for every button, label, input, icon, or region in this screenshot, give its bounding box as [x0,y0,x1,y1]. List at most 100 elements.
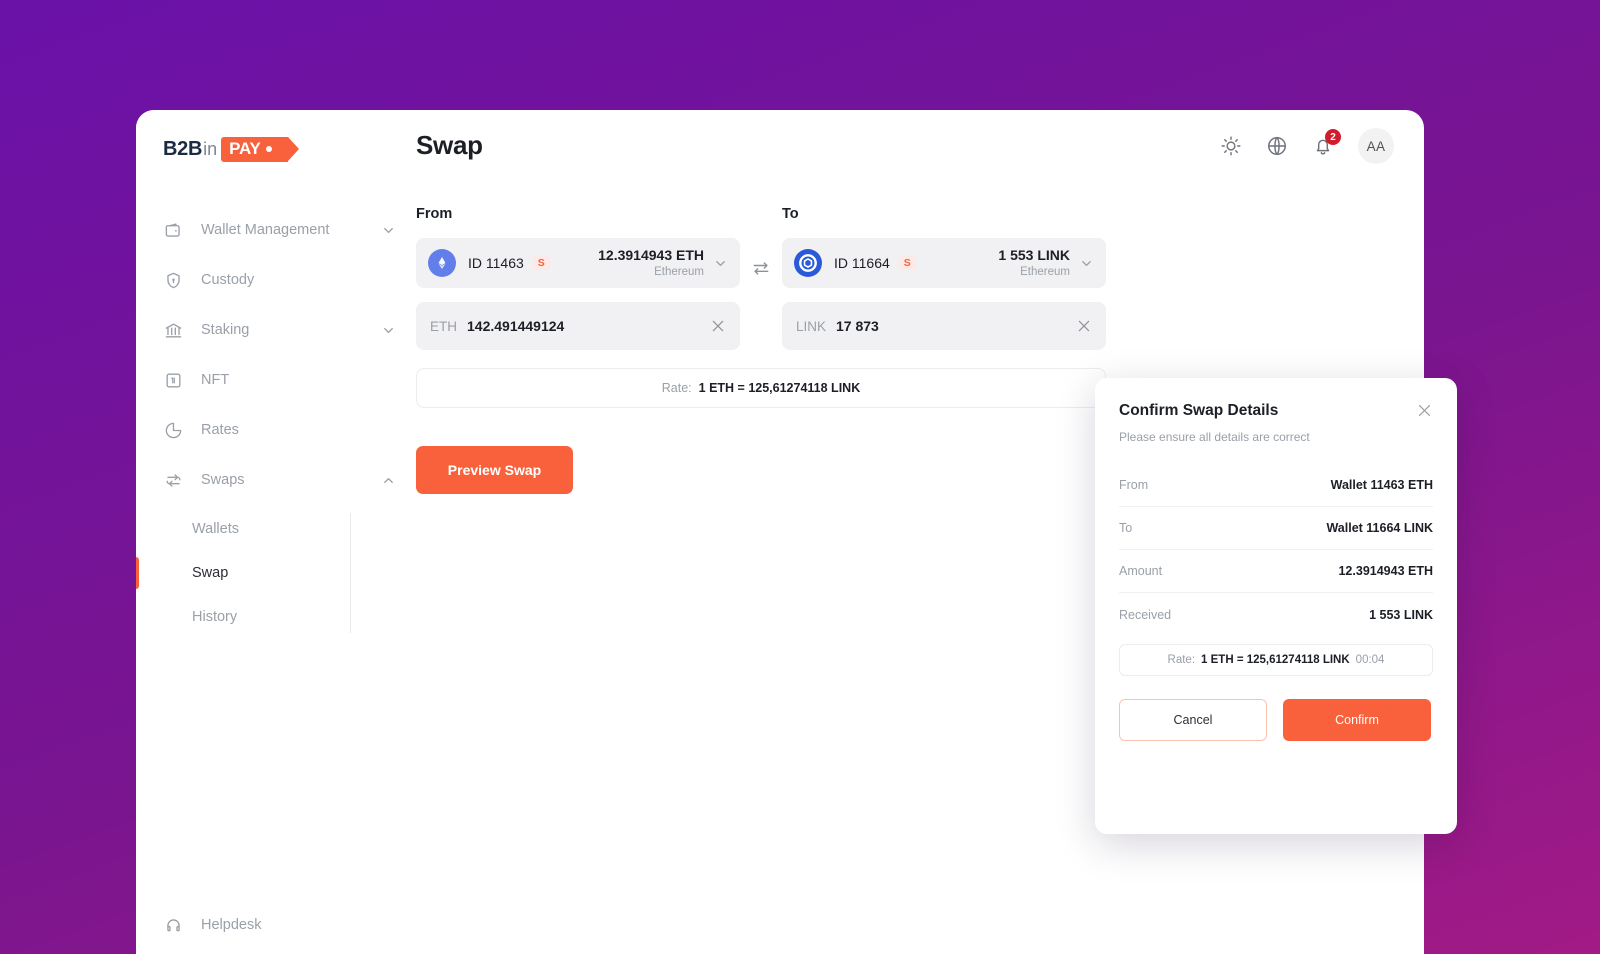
modal-rate-bar: Rate: 1 ETH = 125,61274118 LINK 00:04 [1119,644,1433,676]
sidebar-item-label: Helpdesk [201,917,262,933]
sidebar-item-rates[interactable]: Rates [136,405,416,455]
confirm-button[interactable]: Confirm [1283,699,1431,741]
to-wallet-badge: S [898,255,916,271]
logo-text-in: in [203,138,218,159]
rate-value: 1 ETH = 125,61274118 LINK [698,381,861,395]
logo-text-pay: PAY [229,139,261,158]
modal-row-value: 12.3914943 ETH [1338,564,1433,578]
sidebar-item-swaps[interactable]: Swaps [136,455,416,505]
bell-icon[interactable]: 2 [1312,129,1341,157]
from-balance-amount: 12.3914943 ETH [598,247,704,264]
chevron-down-icon[interactable] [381,223,396,238]
sidebar: B2B in PAY Wallet Management Custody Sta… [136,110,416,954]
rate-label: Rate: [661,381,692,395]
modal-row-value: 1 553 LINK [1369,607,1433,622]
headset-icon [164,916,183,935]
logo-text-b2b: B2B [163,137,203,160]
chevron-down-icon[interactable] [1079,256,1094,271]
to-wallet-balance: 1 553 LINK Ethereum [998,247,1070,279]
modal-row-label: Received [1119,607,1172,622]
sidebar-item-label: NFT [201,372,230,388]
to-currency-prefix: LINK [796,318,827,334]
sidebar-item-helpdesk[interactable]: Helpdesk [136,902,416,948]
clear-icon[interactable] [1076,318,1092,334]
logo-dot-icon [265,146,272,152]
chevron-up-icon[interactable] [381,473,396,488]
modal-row-to: To Wallet 11664 LINK [1119,507,1433,550]
modal-rate-label: Rate: [1167,654,1196,666]
shield-icon [164,271,183,290]
to-wallet-id: ID 11664 [834,255,890,271]
top-bar: Swap 2 AA [416,110,1424,188]
chevron-down-icon[interactable] [381,323,396,338]
confirm-swap-modal: Confirm Swap Details Please ensure all d… [1095,378,1457,834]
swap-to-column: To ID 11664 S 1 553 LINK Ethereum LINK 1… [782,206,1106,350]
sidebar-item-staking[interactable]: Staking [136,305,416,355]
nft-icon [164,371,183,390]
to-wallet-select[interactable]: ID 11664 S 1 553 LINK Ethereum [782,238,1106,288]
ethereum-icon [428,249,456,277]
bank-icon [164,321,183,340]
to-label: To [782,206,799,222]
sidebar-subitem-swap[interactable]: Swap [136,551,416,595]
swap-form: From ID 11463 S 12.3914943 ETH Ethereum … [416,206,1116,494]
modal-row-received: Received 1 553 LINK [1119,593,1433,636]
from-amount-field[interactable]: ETH 142.491449124 [416,302,740,350]
modal-row-from: From Wallet 11463 ETH [1119,464,1433,507]
globe-icon[interactable] [1266,135,1288,157]
sidebar-subitem-wallets[interactable]: Wallets [192,507,416,551]
sidebar-item-label: Staking [201,322,250,338]
avatar[interactable]: AA [1358,128,1394,164]
preview-swap-button[interactable]: Preview Swap [416,446,573,494]
sidebar-subitem-history[interactable]: History [192,595,416,639]
from-balance-network: Ethereum [654,265,704,278]
chainlink-icon [794,249,822,277]
from-label: From [416,206,453,222]
modal-header: Confirm Swap Details [1119,402,1433,420]
swap-direction-toggle-icon[interactable] [750,258,772,278]
page-title: Swap [416,130,483,160]
clear-icon[interactable] [710,318,726,334]
to-amount-value: 17 873 [836,318,879,334]
from-currency-prefix: ETH [430,318,457,334]
modal-rate-value: 1 ETH = 125,61274118 LINK [1201,654,1350,666]
close-icon[interactable] [1416,402,1433,419]
modal-rate-timer: 00:04 [1355,654,1385,666]
sidebar-subnav-swaps: Wallets Swap History [136,507,416,639]
sidebar-item-label: Swaps [201,472,245,488]
from-wallet-id: ID 11463 [468,255,524,271]
sidebar-item-nft[interactable]: NFT [136,355,416,405]
from-wallet-select[interactable]: ID 11463 S 12.3914943 ETH Ethereum [416,238,740,288]
modal-row-value: Wallet 11463 ETH [1330,478,1433,492]
swap-columns: From ID 11463 S 12.3914943 ETH Ethereum … [416,206,1116,350]
modal-row-amount: Amount 12.3914943 ETH [1119,550,1433,593]
topbar-actions: 2 AA [1220,128,1394,164]
modal-row-value: Wallet 11664 LINK [1326,521,1433,535]
modal-subtitle: Please ensure all details are correct [1119,430,1310,444]
to-balance-network: Ethereum [1020,265,1070,278]
rate-bar: Rate: 1 ETH = 125,61274118 LINK [416,368,1106,408]
pie-chart-icon [164,421,183,440]
sidebar-item-label: Wallet Management [201,222,330,238]
chevron-down-icon[interactable] [713,256,728,271]
wallet-icon [164,221,183,240]
cancel-button[interactable]: Cancel [1119,699,1267,741]
modal-row-label: To [1119,521,1133,535]
to-amount-field[interactable]: LINK 17 873 [782,302,1106,350]
sidebar-item-wallet-management[interactable]: Wallet Management [136,205,416,255]
sun-icon[interactable] [1220,135,1242,157]
modal-row-label: Amount [1119,564,1163,578]
sidebar-nav: Wallet Management Custody Staking NFT Ra… [136,205,416,639]
from-wallet-badge: S [532,255,550,271]
sidebar-item-label: Rates [201,422,239,438]
notification-badge: 2 [1325,129,1341,145]
modal-detail-rows: From Wallet 11463 ETH To Wallet 11664 LI… [1119,464,1433,636]
sidebar-item-custody[interactable]: Custody [136,255,416,305]
sidebar-item-label: Custody [201,272,255,288]
brand-logo[interactable]: B2B in PAY [163,135,299,163]
modal-title: Confirm Swap Details [1119,402,1279,419]
to-balance-amount: 1 553 LINK [998,247,1070,264]
from-wallet-balance: 12.3914943 ETH Ethereum [598,247,704,279]
modal-actions: Cancel Confirm [1119,699,1433,741]
swap-icon [164,471,183,490]
